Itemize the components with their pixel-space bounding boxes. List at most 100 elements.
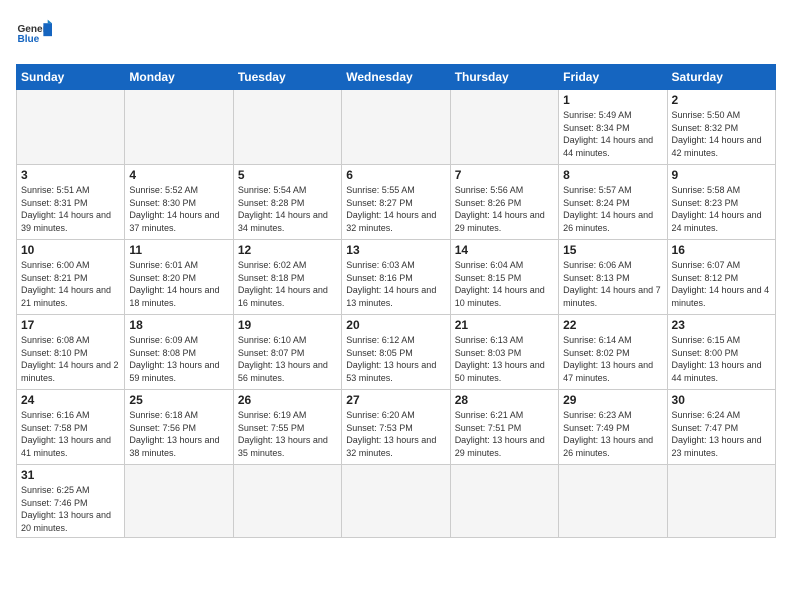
day-info: Sunrise: 6:01 AM Sunset: 8:20 PM Dayligh…: [129, 259, 228, 309]
day-info: Sunrise: 6:21 AM Sunset: 7:51 PM Dayligh…: [455, 409, 554, 459]
day-number: 22: [563, 318, 662, 332]
weekday-header-saturday: Saturday: [667, 65, 775, 90]
day-number: 27: [346, 393, 445, 407]
logo: General Blue: [16, 16, 52, 52]
day-number: 26: [238, 393, 337, 407]
calendar-cell: 22 Sunrise: 6:14 AM Sunset: 8:02 PM Dayli…: [559, 315, 667, 390]
day-info: Sunrise: 5:50 AM Sunset: 8:32 PM Dayligh…: [672, 109, 771, 159]
calendar-cell: 18 Sunrise: 6:09 AM Sunset: 8:08 PM Dayli…: [125, 315, 233, 390]
day-number: 24: [21, 393, 120, 407]
calendar-cell: 3 Sunrise: 5:51 AM Sunset: 8:31 PM Daylig…: [17, 165, 125, 240]
day-info: Sunrise: 6:08 AM Sunset: 8:10 PM Dayligh…: [21, 334, 120, 384]
day-number: 21: [455, 318, 554, 332]
day-number: 4: [129, 168, 228, 182]
day-number: 11: [129, 243, 228, 257]
calendar-cell: 6 Sunrise: 5:55 AM Sunset: 8:27 PM Daylig…: [342, 165, 450, 240]
calendar-week-row: 24 Sunrise: 6:16 AM Sunset: 7:58 PM Dayli…: [17, 390, 776, 465]
calendar-cell: [559, 465, 667, 538]
day-number: 23: [672, 318, 771, 332]
day-number: 1: [563, 93, 662, 107]
day-number: 29: [563, 393, 662, 407]
day-number: 9: [672, 168, 771, 182]
calendar-cell: [125, 90, 233, 165]
day-info: Sunrise: 6:10 AM Sunset: 8:07 PM Dayligh…: [238, 334, 337, 384]
day-number: 12: [238, 243, 337, 257]
calendar-cell: 25 Sunrise: 6:18 AM Sunset: 7:56 PM Dayli…: [125, 390, 233, 465]
day-info: Sunrise: 6:19 AM Sunset: 7:55 PM Dayligh…: [238, 409, 337, 459]
day-number: 17: [21, 318, 120, 332]
day-number: 5: [238, 168, 337, 182]
calendar-table: SundayMondayTuesdayWednesdayThursdayFrid…: [16, 64, 776, 538]
day-info: Sunrise: 5:56 AM Sunset: 8:26 PM Dayligh…: [455, 184, 554, 234]
calendar-cell: 1 Sunrise: 5:49 AM Sunset: 8:34 PM Daylig…: [559, 90, 667, 165]
weekday-header-sunday: Sunday: [17, 65, 125, 90]
day-info: Sunrise: 6:07 AM Sunset: 8:12 PM Dayligh…: [672, 259, 771, 309]
day-number: 18: [129, 318, 228, 332]
calendar-cell: [17, 90, 125, 165]
day-number: 3: [21, 168, 120, 182]
calendar-cell: 28 Sunrise: 6:21 AM Sunset: 7:51 PM Dayli…: [450, 390, 558, 465]
calendar-cell: [667, 465, 775, 538]
calendar-cell: 26 Sunrise: 6:19 AM Sunset: 7:55 PM Dayli…: [233, 390, 341, 465]
calendar-cell: 12 Sunrise: 6:02 AM Sunset: 8:18 PM Dayli…: [233, 240, 341, 315]
day-number: 8: [563, 168, 662, 182]
day-info: Sunrise: 6:09 AM Sunset: 8:08 PM Dayligh…: [129, 334, 228, 384]
day-number: 13: [346, 243, 445, 257]
day-info: Sunrise: 5:49 AM Sunset: 8:34 PM Dayligh…: [563, 109, 662, 159]
calendar-cell: [125, 465, 233, 538]
day-number: 15: [563, 243, 662, 257]
page-header: General Blue: [16, 16, 776, 52]
calendar-cell: 4 Sunrise: 5:52 AM Sunset: 8:30 PM Daylig…: [125, 165, 233, 240]
logo-icon: General Blue: [16, 16, 52, 52]
calendar-cell: 31 Sunrise: 6:25 AM Sunset: 7:46 PM Dayli…: [17, 465, 125, 538]
weekday-header-friday: Friday: [559, 65, 667, 90]
day-info: Sunrise: 6:00 AM Sunset: 8:21 PM Dayligh…: [21, 259, 120, 309]
calendar-week-row: 10 Sunrise: 6:00 AM Sunset: 8:21 PM Dayli…: [17, 240, 776, 315]
day-info: Sunrise: 5:57 AM Sunset: 8:24 PM Dayligh…: [563, 184, 662, 234]
calendar-header-row: SundayMondayTuesdayWednesdayThursdayFrid…: [17, 65, 776, 90]
calendar-cell: 20Sunrise: 6:12 AM Sunset: 8:05 PM Dayli…: [342, 315, 450, 390]
day-info: Sunrise: 5:55 AM Sunset: 8:27 PM Dayligh…: [346, 184, 445, 234]
calendar-cell: 27 Sunrise: 6:20 AM Sunset: 7:53 PM Dayli…: [342, 390, 450, 465]
day-info: Sunrise: 6:15 AM Sunset: 8:00 PM Dayligh…: [672, 334, 771, 384]
calendar-cell: 29 Sunrise: 6:23 AM Sunset: 7:49 PM Dayli…: [559, 390, 667, 465]
calendar-cell: 16Sunrise: 6:07 AM Sunset: 8:12 PM Dayli…: [667, 240, 775, 315]
calendar-body: 1 Sunrise: 5:49 AM Sunset: 8:34 PM Daylig…: [17, 90, 776, 538]
day-info: Sunrise: 6:02 AM Sunset: 8:18 PM Dayligh…: [238, 259, 337, 309]
day-info: Sunrise: 6:16 AM Sunset: 7:58 PM Dayligh…: [21, 409, 120, 459]
calendar-cell: 5Sunrise: 5:54 AM Sunset: 8:28 PM Daylig…: [233, 165, 341, 240]
day-info: Sunrise: 6:18 AM Sunset: 7:56 PM Dayligh…: [129, 409, 228, 459]
day-number: 31: [21, 468, 120, 482]
calendar-cell: 11 Sunrise: 6:01 AM Sunset: 8:20 PM Dayli…: [125, 240, 233, 315]
day-info: Sunrise: 6:25 AM Sunset: 7:46 PM Dayligh…: [21, 484, 120, 534]
day-number: 30: [672, 393, 771, 407]
day-info: Sunrise: 6:04 AM Sunset: 8:15 PM Dayligh…: [455, 259, 554, 309]
day-info: Sunrise: 5:51 AM Sunset: 8:31 PM Dayligh…: [21, 184, 120, 234]
day-number: 14: [455, 243, 554, 257]
day-number: 7: [455, 168, 554, 182]
weekday-header-tuesday: Tuesday: [233, 65, 341, 90]
day-info: Sunrise: 5:52 AM Sunset: 8:30 PM Dayligh…: [129, 184, 228, 234]
calendar-cell: 2Sunrise: 5:50 AM Sunset: 8:32 PM Daylig…: [667, 90, 775, 165]
calendar-week-row: 1 Sunrise: 5:49 AM Sunset: 8:34 PM Daylig…: [17, 90, 776, 165]
day-info: Sunrise: 6:20 AM Sunset: 7:53 PM Dayligh…: [346, 409, 445, 459]
calendar-cell: [450, 465, 558, 538]
calendar-cell: [342, 465, 450, 538]
day-info: Sunrise: 6:14 AM Sunset: 8:02 PM Dayligh…: [563, 334, 662, 384]
day-number: 28: [455, 393, 554, 407]
day-info: Sunrise: 6:24 AM Sunset: 7:47 PM Dayligh…: [672, 409, 771, 459]
calendar-cell: 21Sunrise: 6:13 AM Sunset: 8:03 PM Dayli…: [450, 315, 558, 390]
day-info: Sunrise: 6:23 AM Sunset: 7:49 PM Dayligh…: [563, 409, 662, 459]
calendar-cell: 7 Sunrise: 5:56 AM Sunset: 8:26 PM Daylig…: [450, 165, 558, 240]
day-info: Sunrise: 6:06 AM Sunset: 8:13 PM Dayligh…: [563, 259, 662, 309]
calendar-cell: [233, 90, 341, 165]
calendar-cell: 19Sunrise: 6:10 AM Sunset: 8:07 PM Dayli…: [233, 315, 341, 390]
day-number: 10: [21, 243, 120, 257]
day-number: 6: [346, 168, 445, 182]
day-number: 25: [129, 393, 228, 407]
day-info: Sunrise: 6:12 AM Sunset: 8:05 PM Dayligh…: [346, 334, 445, 384]
calendar-cell: 14 Sunrise: 6:04 AM Sunset: 8:15 PM Dayli…: [450, 240, 558, 315]
calendar-week-row: 31 Sunrise: 6:25 AM Sunset: 7:46 PM Dayli…: [17, 465, 776, 538]
calendar-cell: [342, 90, 450, 165]
calendar-cell: [450, 90, 558, 165]
